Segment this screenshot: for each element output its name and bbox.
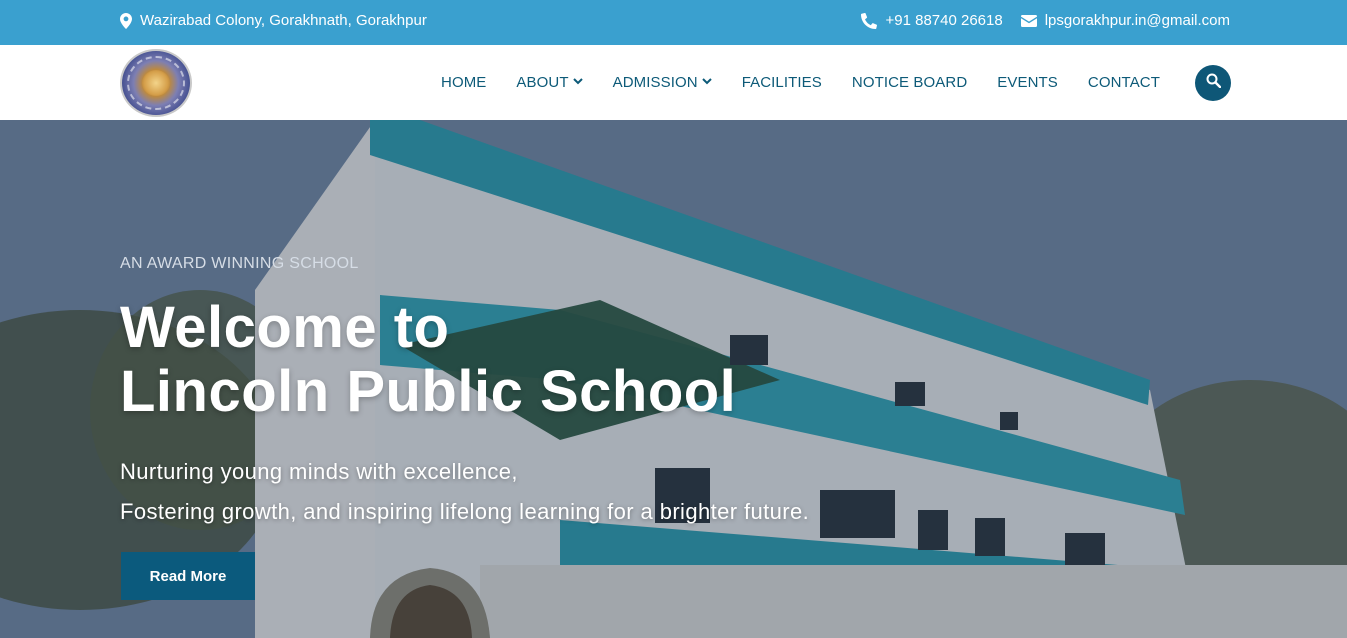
read-more-button[interactable]: Read More	[121, 552, 255, 600]
hero-tagline: Nurturing young minds with excellence, F…	[120, 452, 809, 532]
nav-about[interactable]: ABOUT	[516, 74, 583, 91]
headline-line-1: Welcome to	[120, 295, 450, 360]
tagline-line-1: Nurturing young minds with excellence,	[120, 459, 518, 484]
search-icon	[1206, 73, 1221, 93]
contact-info: +91 88740 26618 lpsgorakhpur.in@gmail.co…	[861, 12, 1230, 29]
address: Wazirabad Colony, Gorakhnath, Gorakhpur	[120, 12, 427, 29]
phone-icon	[861, 12, 878, 29]
top-info-bar: Wazirabad Colony, Gorakhnath, Gorakhpur …	[0, 0, 1347, 45]
tagline-line-2: Fostering growth, and inspiring lifelong…	[120, 499, 810, 524]
address-text: Wazirabad Colony, Gorakhnath, Gorakhpur	[140, 12, 427, 29]
envelope-icon	[1020, 14, 1037, 27]
map-marker-icon	[120, 12, 132, 29]
chevron-down-icon	[572, 78, 583, 88]
email-link[interactable]: lpsgorakhpur.in@gmail.com	[1020, 12, 1230, 29]
search-button[interactable]	[1195, 65, 1231, 101]
hero-eyebrow: AN AWARD WINNING SCHOOL	[120, 255, 359, 272]
hero-headline: Welcome to Lincoln Public School	[120, 296, 736, 424]
main-nav: HOME ABOUT ADMISSION FACILITIES NOTICE B…	[441, 45, 1160, 120]
email-text: lpsgorakhpur.in@gmail.com	[1044, 12, 1230, 29]
site-header: HOME ABOUT ADMISSION FACILITIES NOTICE B…	[0, 45, 1347, 120]
nav-home[interactable]: HOME	[441, 74, 486, 91]
school-logo[interactable]	[120, 49, 192, 117]
nav-facilities[interactable]: FACILITIES	[742, 74, 822, 91]
headline-line-2: Lincoln Public School	[120, 359, 737, 424]
phone-link[interactable]: +91 88740 26618	[861, 12, 1003, 29]
nav-events[interactable]: EVENTS	[997, 74, 1058, 91]
nav-contact[interactable]: CONTACT	[1088, 74, 1160, 91]
nav-admission[interactable]: ADMISSION	[613, 74, 712, 91]
hero-banner: AN AWARD WINNING SCHOOL Welcome to Linco…	[0, 120, 1347, 638]
chevron-down-icon	[701, 78, 712, 88]
phone-text: +91 88740 26618	[885, 12, 1003, 29]
nav-notice-board[interactable]: NOTICE BOARD	[852, 74, 967, 91]
